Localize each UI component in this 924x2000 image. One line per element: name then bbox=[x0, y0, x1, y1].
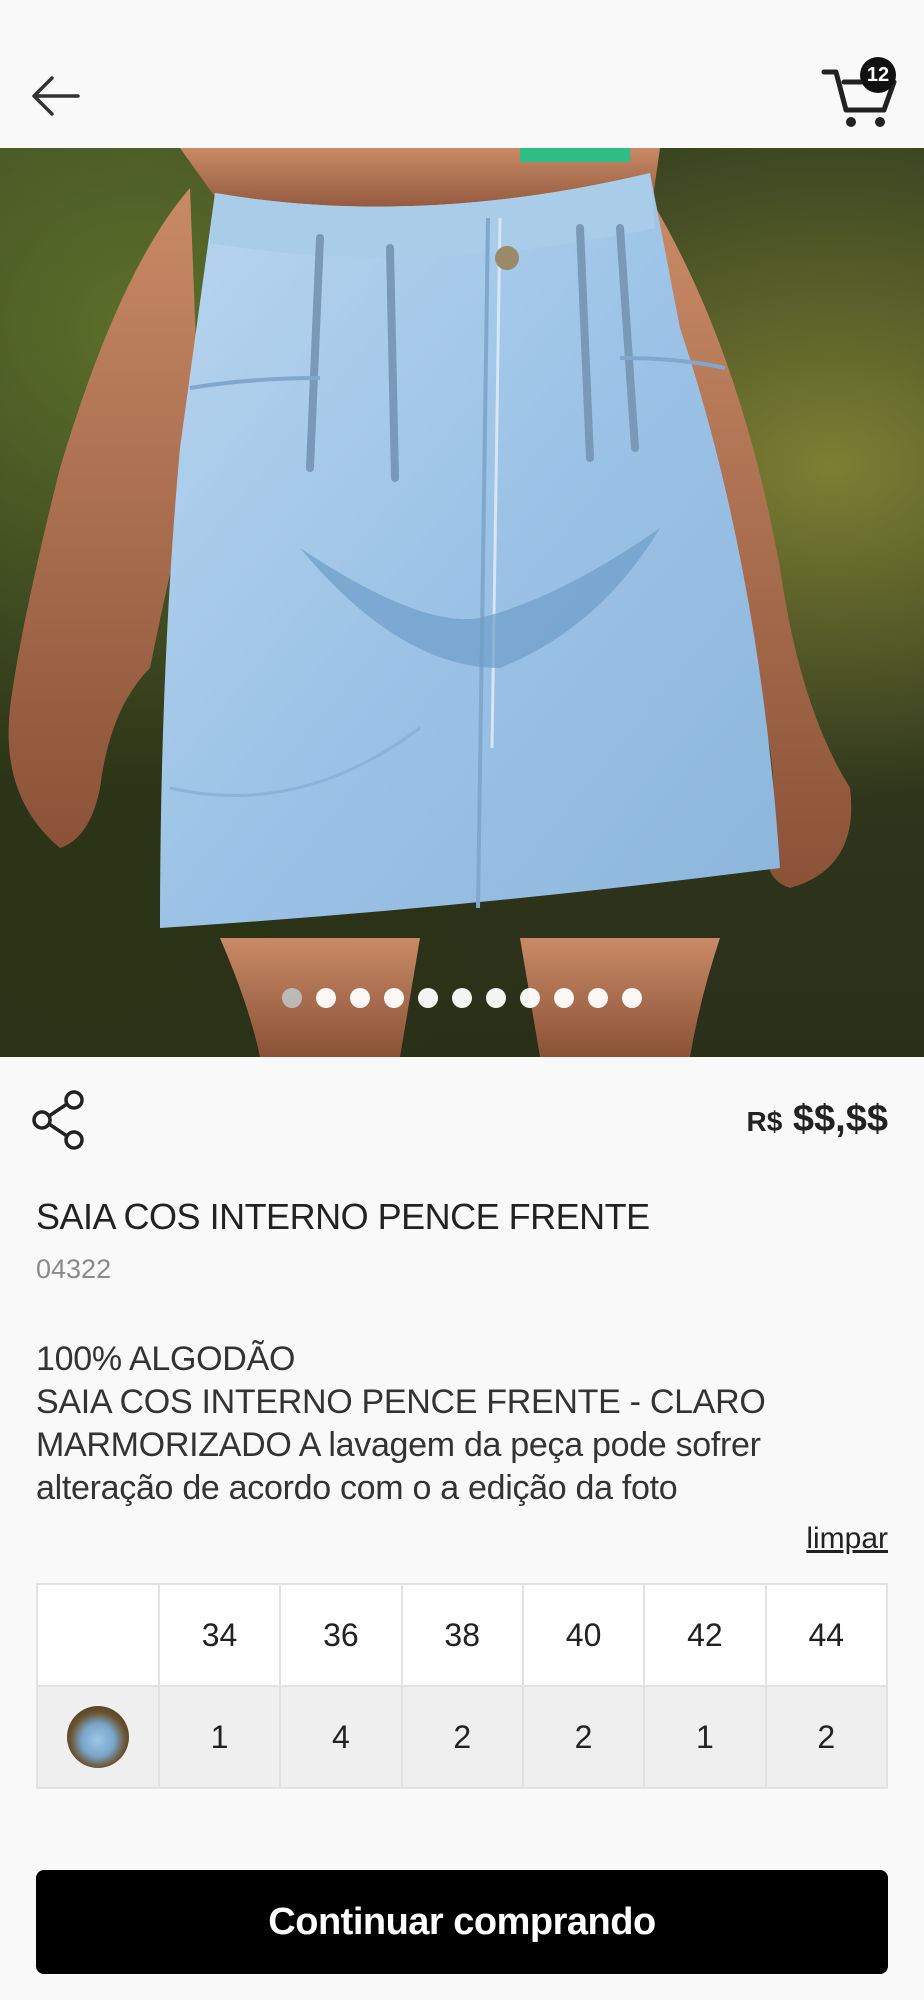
arrow-left-icon bbox=[32, 76, 80, 116]
size-cell: 38 bbox=[400, 1583, 524, 1687]
product-title: SAIA COS INTERNO PENCE FRENTE bbox=[36, 1196, 650, 1237]
continue-shopping-button[interactable]: Continuar comprando bbox=[36, 1870, 888, 1974]
quantity-cell[interactable]: 2 bbox=[764, 1685, 889, 1789]
share-button[interactable] bbox=[32, 1090, 88, 1150]
carousel-dot-9[interactable] bbox=[554, 988, 574, 1008]
carousel-dot-6[interactable] bbox=[452, 988, 472, 1008]
size-cell: 36 bbox=[279, 1583, 403, 1687]
carousel-dot-3[interactable] bbox=[350, 988, 370, 1008]
quantity-cell[interactable]: 1 bbox=[157, 1685, 282, 1789]
carousel-dot-8[interactable] bbox=[520, 988, 540, 1008]
cart-count-badge: 12 bbox=[860, 57, 896, 93]
product-image-carousel[interactable] bbox=[0, 148, 924, 1057]
size-cell: 42 bbox=[643, 1583, 767, 1687]
color-swatch-thumbnail[interactable] bbox=[66, 1706, 129, 1768]
price-currency: R$ bbox=[746, 1106, 783, 1137]
description-line-2: SAIA COS INTERNO PENCE FRENTE - CLARO MA… bbox=[36, 1383, 766, 1507]
size-cell: 44 bbox=[764, 1583, 889, 1687]
quantity-cell[interactable]: 1 bbox=[643, 1685, 767, 1789]
size-cell: 34 bbox=[157, 1583, 282, 1687]
carousel-dot-2[interactable] bbox=[316, 988, 336, 1008]
carousel-dot-7[interactable] bbox=[486, 988, 506, 1008]
product-code: 04322 bbox=[36, 1254, 112, 1284]
grid-corner-cell bbox=[36, 1583, 160, 1687]
quantity-cell[interactable]: 2 bbox=[400, 1685, 524, 1789]
product-price: R$ $$,$$ bbox=[747, 1098, 888, 1141]
carousel-indicators bbox=[0, 988, 924, 1014]
carousel-dot-10[interactable] bbox=[588, 988, 608, 1008]
clear-button[interactable]: limpar bbox=[806, 1522, 888, 1556]
carousel-dot-1[interactable] bbox=[282, 988, 302, 1008]
carousel-dot-11[interactable] bbox=[622, 988, 642, 1008]
quantity-cell[interactable]: 4 bbox=[279, 1685, 403, 1789]
share-icon bbox=[32, 1090, 84, 1150]
back-button[interactable] bbox=[28, 66, 88, 126]
product-photo bbox=[8, 148, 852, 1057]
carousel-dot-4[interactable] bbox=[384, 988, 404, 1008]
size-quantity-grid: 34 36 38 40 42 44 1 4 2 2 1 2 bbox=[36, 1583, 889, 1789]
top-bar: 12 bbox=[0, 0, 924, 148]
size-row: 34 36 38 40 42 44 bbox=[36, 1583, 889, 1687]
quantity-cell[interactable]: 2 bbox=[521, 1685, 646, 1789]
size-cell: 40 bbox=[521, 1583, 646, 1687]
product-description: 100% ALGODÃO SAIA COS INTERNO PENCE FREN… bbox=[36, 1338, 896, 1510]
description-line-1: 100% ALGODÃO bbox=[36, 1340, 296, 1378]
carousel-dot-5[interactable] bbox=[418, 988, 438, 1008]
price-value: $$,$$ bbox=[792, 1098, 888, 1140]
color-swatch-cell bbox=[36, 1685, 160, 1789]
quantity-row: 1 4 2 2 1 2 bbox=[36, 1685, 889, 1789]
